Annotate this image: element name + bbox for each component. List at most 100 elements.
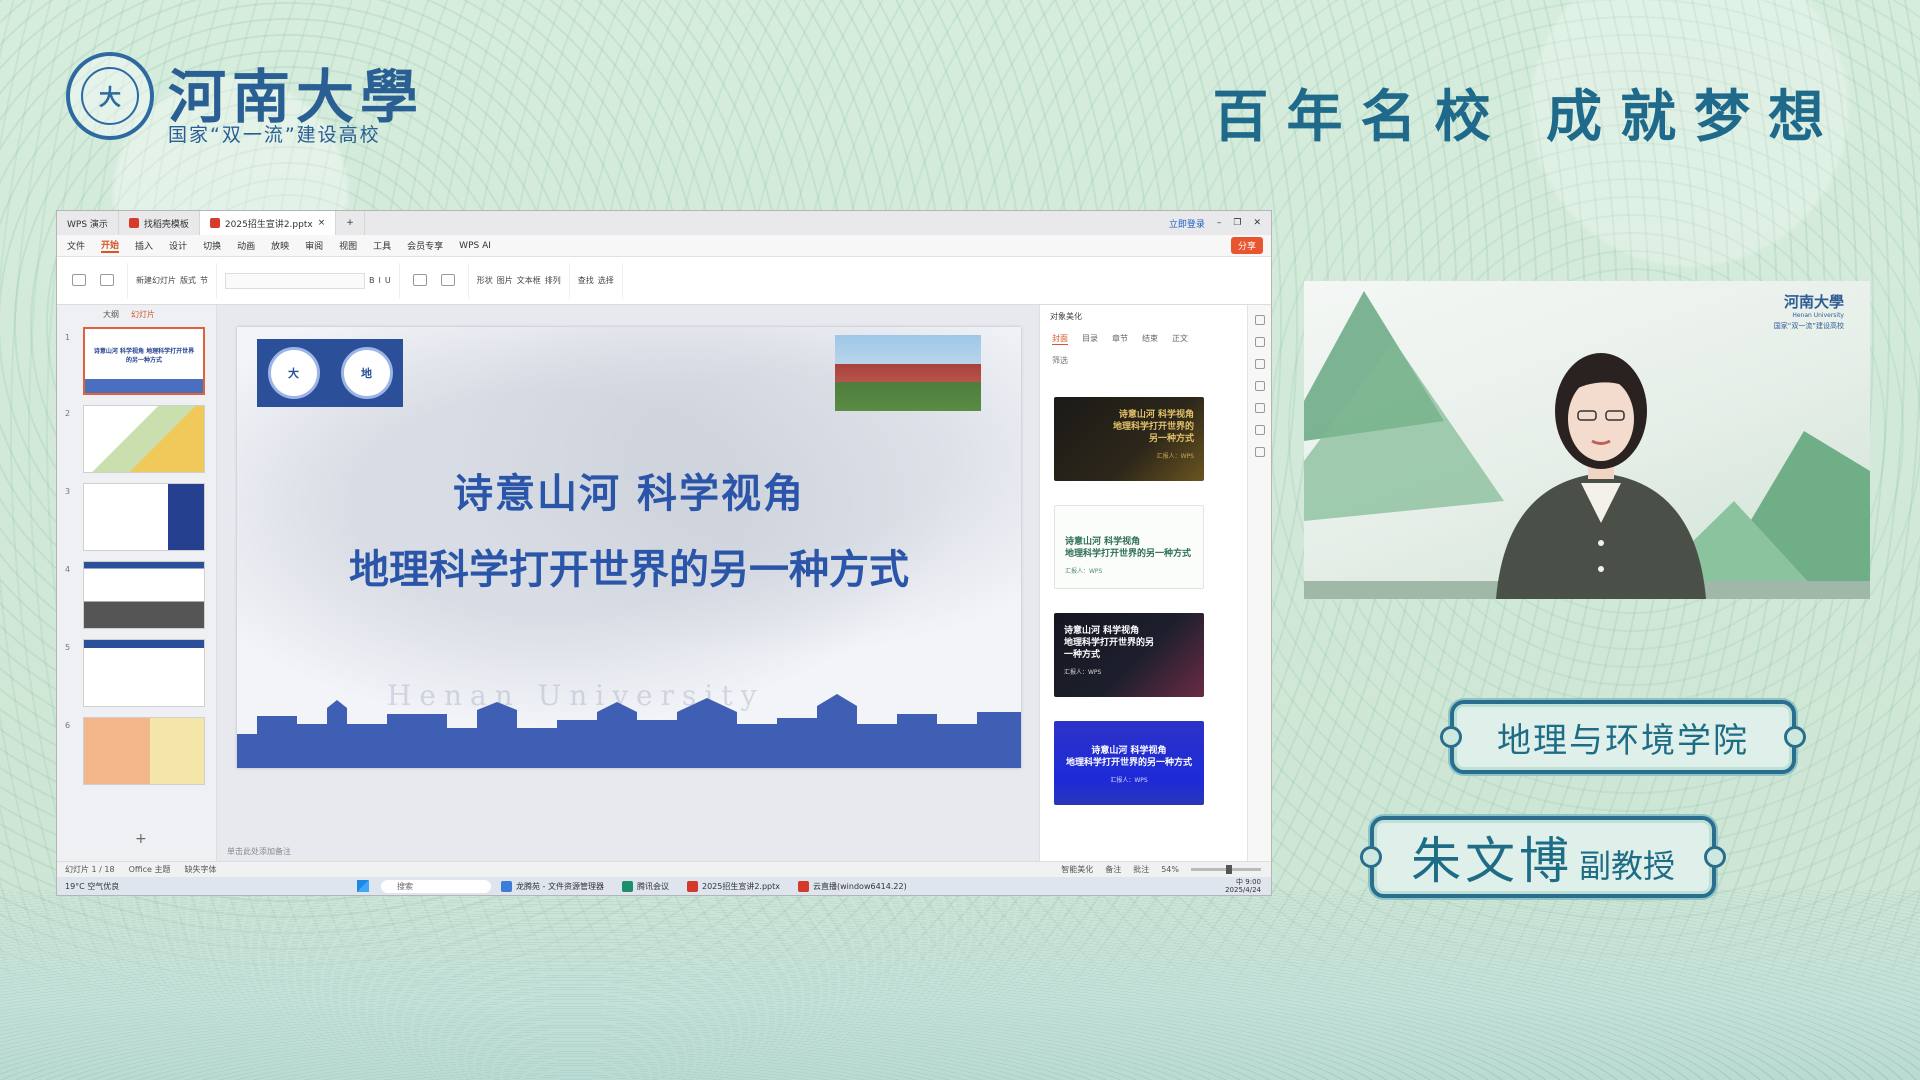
menu-wps-ai[interactable]: WPS AI (459, 241, 491, 251)
font-family-select[interactable] (225, 272, 365, 289)
underline-button[interactable]: U (385, 276, 391, 285)
template-line: 地理科学打开世界的另一种方式 (1065, 549, 1192, 559)
restore-icon[interactable]: ❐ (1233, 218, 1241, 228)
template-line: 另一种方式 (1148, 434, 1194, 444)
align-icon (412, 273, 427, 286)
tab-ending[interactable]: 结束 (1142, 333, 1158, 345)
menu-animation[interactable]: 动画 (237, 239, 255, 252)
help-icon[interactable] (1254, 447, 1265, 457)
section-button[interactable]: 节 (200, 275, 208, 286)
slide-number: 2 (65, 409, 71, 418)
tab-wps-home[interactable]: WPS 演示 (57, 211, 119, 235)
align-center-button[interactable] (436, 266, 460, 296)
template-meta: 汇报人：WPS (1156, 453, 1194, 460)
close-icon[interactable]: × (318, 218, 326, 228)
template-card[interactable]: 诗意山河 科学视角 地理科学打开世界的另一种方式 汇报人：WPS (1054, 721, 1204, 805)
menu-tools[interactable]: 工具 (373, 239, 391, 252)
cloud-ornament-icon (1440, 726, 1462, 748)
beautify-icon[interactable] (1254, 315, 1265, 325)
menu-transition[interactable]: 切换 (203, 239, 221, 252)
zoom-slider[interactable] (1191, 865, 1261, 874)
slide-position: 幻灯片 1 / 18 (65, 865, 115, 874)
smart-beautify-button[interactable]: 智能美化 (1061, 864, 1093, 875)
template-icon (128, 218, 139, 228)
taskbar-app[interactable]: 云直播(window6414.22) (798, 880, 907, 892)
tab-chapter[interactable]: 章节 (1112, 333, 1128, 345)
format-painter-button[interactable] (67, 266, 91, 296)
tab-templates[interactable]: 找稻壳模板 (119, 211, 200, 235)
textbox-button[interactable]: 文本框 (517, 275, 541, 286)
slide-thumbnail[interactable] (83, 717, 205, 785)
filter-button[interactable]: 筛选 (1040, 345, 1247, 366)
find-button[interactable]: 查找 (578, 275, 594, 286)
new-tab-button[interactable]: + (336, 211, 365, 235)
tab-slides[interactable]: 幻灯片 (131, 309, 155, 320)
current-slide[interactable]: 大 地 诗意山河 科学视角 地理科学打开世界的另一种方式 Henan Unive… (237, 327, 1021, 768)
missing-font-warning[interactable]: 缺失字体 (185, 864, 217, 875)
template-card[interactable]: 诗意山河 科学视角 地理科学打开世界的另 一种方式 汇报人：WPS (1054, 613, 1204, 697)
slide-thumbnail[interactable] (83, 483, 205, 551)
edit-icon[interactable] (1254, 381, 1265, 391)
taskbar-app[interactable]: 腾讯会议 (621, 880, 669, 892)
slide-number: 3 (65, 487, 71, 496)
menu-insert[interactable]: 插入 (135, 239, 153, 252)
menu-review[interactable]: 审阅 (305, 239, 323, 252)
slide-number: 4 (65, 565, 71, 574)
comments-button[interactable]: 批注 (1133, 864, 1149, 875)
paste-button[interactable] (95, 266, 119, 296)
shape-button[interactable]: 形状 (477, 275, 493, 286)
notes-button[interactable]: 备注 (1105, 864, 1121, 875)
font-group: B I U (225, 262, 400, 299)
tab-body[interactable]: 正文 (1172, 333, 1188, 345)
menu-home[interactable]: 开始 (101, 238, 120, 253)
book-icon[interactable] (1254, 425, 1265, 435)
slide-thumbnail[interactable]: 诗意山河 科学视角 地理科学打开世界的另一种方式 (83, 327, 205, 395)
menu-design[interactable]: 设计 (169, 239, 187, 252)
notes-placeholder[interactable]: 单击此处添加备注 (227, 846, 291, 857)
menu-slideshow[interactable]: 放映 (271, 239, 289, 252)
add-slide-icon[interactable]: + (135, 831, 147, 847)
zoom-slider-knob[interactable] (1226, 865, 1232, 874)
weather-widget[interactable]: 19°C 空气优良 (57, 881, 357, 892)
layers-icon[interactable] (1254, 359, 1265, 369)
tab-contents[interactable]: 目录 (1082, 333, 1098, 345)
painter-icon (72, 273, 86, 286)
tab-outline[interactable]: 大纲 (103, 309, 119, 320)
new-slide-button[interactable]: 新建幻灯片 (136, 275, 176, 286)
taskbar-app[interactable]: 龙腾苑 - 文件资源管理器 (501, 880, 604, 892)
slide-thumbnail[interactable] (83, 561, 205, 629)
tab-cover[interactable]: 封面 (1052, 333, 1068, 345)
italic-button[interactable]: I (379, 276, 381, 285)
star-icon[interactable] (1254, 337, 1265, 347)
minimize-icon[interactable]: – (1217, 218, 1222, 228)
menu-file[interactable]: 文件 (67, 239, 85, 252)
wps-icon (686, 880, 698, 892)
login-link[interactable]: 立即登录 (1169, 217, 1205, 230)
city-skyline-graphic (237, 694, 1021, 768)
bold-button[interactable]: B (369, 276, 375, 285)
tools-icon[interactable] (1254, 403, 1265, 413)
slide-thumbnail[interactable] (83, 639, 205, 707)
menu-view[interactable]: 视图 (339, 239, 357, 252)
motto: 百年名校 成就梦想 (1212, 84, 1842, 150)
template-line: 诗意山河 科学视角 (1065, 537, 1141, 547)
menu-member[interactable]: 会员专享 (407, 239, 443, 252)
layout-button[interactable]: 版式 (180, 275, 196, 286)
tab-document[interactable]: 2025招生宣讲2.pptx × (199, 211, 337, 235)
arrange-button[interactable]: 排列 (545, 275, 561, 286)
align-left-button[interactable] (408, 266, 432, 296)
picture-button[interactable]: 图片 (497, 275, 513, 286)
system-tray[interactable]: 中 9:00 2025/4/24 (1225, 878, 1271, 894)
slide-thumbnail[interactable] (83, 405, 205, 473)
share-button[interactable]: 分享 (1230, 237, 1263, 254)
pane-tabs: 大纲 幻灯片 (57, 305, 216, 323)
template-card[interactable]: 诗意山河 科学视角 地理科学打开世界的另一种方式 汇报人：WPS (1054, 505, 1204, 589)
align-icon (440, 273, 455, 286)
template-card[interactable]: 诗意山河 科学视角 地理科学打开世界的 另一种方式 汇报人：WPS (1054, 397, 1204, 481)
select-button[interactable]: 选择 (598, 275, 614, 286)
windows-start-icon[interactable] (357, 880, 369, 892)
taskbar-search[interactable]: 搜索 (381, 879, 491, 893)
taskbar-app[interactable]: 2025招生宣讲2.pptx (686, 880, 780, 892)
slide-title-line1: 诗意山河 科学视角 (453, 471, 805, 517)
close-window-icon[interactable]: ✕ (1253, 218, 1261, 228)
